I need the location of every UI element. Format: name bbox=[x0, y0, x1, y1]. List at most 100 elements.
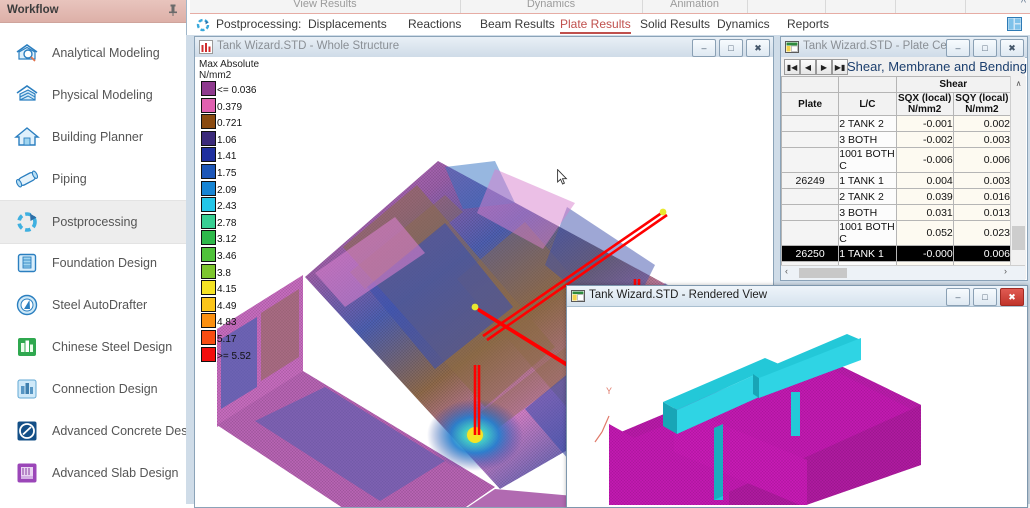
close-button[interactable]: ✖ bbox=[1000, 288, 1024, 306]
sidebar-item-foundation-design[interactable]: Foundation Design bbox=[0, 242, 186, 284]
cell-plate[interactable] bbox=[781, 204, 840, 221]
pin-icon[interactable] bbox=[168, 4, 178, 16]
ribbon-group-dynamics[interactable]: Dynamics bbox=[460, 0, 643, 13]
maximize-button[interactable]: □ bbox=[973, 39, 997, 57]
cell-plate[interactable] bbox=[781, 147, 840, 173]
tab-beam-results[interactable]: Beam Results bbox=[480, 17, 555, 31]
hscroll-thumb[interactable] bbox=[799, 268, 847, 278]
chevron-up-icon[interactable]: ^ bbox=[1021, 0, 1026, 9]
table-row[interactable]: 26250 1 TANK 1 -0.000 0.006 bbox=[781, 245, 1012, 262]
cell-sqx[interactable]: -0.000 bbox=[895, 245, 954, 262]
sidebar-item-chinese-steel-design[interactable]: Chinese Steel Design bbox=[0, 326, 186, 368]
cell-sqy[interactable]: 0.016 bbox=[952, 188, 1012, 205]
sidebar-item-physical-modeling[interactable]: Physical Modeling bbox=[0, 74, 186, 116]
column-header-lc[interactable]: L/C bbox=[838, 92, 897, 116]
tab-reports[interactable]: Reports bbox=[787, 17, 829, 31]
cell-sqy[interactable]: 0.006 bbox=[952, 245, 1012, 262]
table-row[interactable]: 1001 BOTH C -0.006 0.006 bbox=[781, 147, 1012, 173]
tab-dynamics[interactable]: Dynamics bbox=[717, 17, 770, 31]
table-row[interactable]: 2 TANK 2 -0.001 0.002 bbox=[781, 115, 1012, 132]
scroll-left-button[interactable]: ‹ bbox=[785, 266, 788, 276]
first-sheet-button[interactable]: ▮◀ bbox=[784, 59, 800, 75]
cell-sqy[interactable]: 0.003 bbox=[952, 131, 1012, 148]
ribbon-group-6[interactable] bbox=[895, 0, 966, 13]
cell-lc[interactable]: 3 BOTH bbox=[838, 131, 897, 148]
cell-sqy[interactable]: 0.013 bbox=[952, 204, 1012, 221]
maximize-button[interactable]: □ bbox=[973, 288, 997, 306]
cell-sqx[interactable]: 0.039 bbox=[895, 188, 954, 205]
whole-structure-titlebar[interactable]: Tank Wizard.STD - Whole Structure – □ ✖ bbox=[195, 37, 773, 58]
table-row[interactable]: 26249 1 TANK 1 0.004 0.003 bbox=[781, 172, 1012, 189]
cell-lc[interactable]: 2 TANK 2 bbox=[838, 188, 897, 205]
sidebar-item-postprocessing[interactable]: Postprocessing bbox=[0, 200, 186, 244]
maximize-button[interactable]: □ bbox=[719, 39, 743, 57]
rendered-view-titlebar[interactable]: Tank Wizard.STD - Rendered View – □ ✖ bbox=[567, 286, 1027, 307]
scroll-thumb[interactable] bbox=[1012, 226, 1025, 250]
ribbon-group-view-results[interactable]: View Results bbox=[190, 0, 461, 13]
sheet-tab-label[interactable]: Shear, Membrane and Bending bbox=[847, 59, 1027, 74]
table-vertical-scrollbar[interactable]: ∧ ∨ bbox=[1010, 76, 1026, 279]
cell-sqx[interactable]: -0.002 bbox=[895, 131, 954, 148]
cell-sqx[interactable]: 0.031 bbox=[895, 204, 954, 221]
cell-sqy[interactable]: 0.023 bbox=[952, 220, 1012, 246]
cell-lc[interactable]: 2 TANK 2 bbox=[838, 115, 897, 132]
next-sheet-button[interactable]: ▶ bbox=[816, 59, 832, 75]
cell-lc[interactable]: 1 TANK 1 bbox=[838, 172, 897, 189]
ribbon-group-4[interactable] bbox=[747, 0, 826, 13]
cell-plate[interactable] bbox=[781, 188, 840, 205]
minimize-button[interactable]: – bbox=[692, 39, 716, 57]
ribbon-group-animation[interactable]: Animation bbox=[642, 0, 748, 13]
minimize-button[interactable]: – bbox=[946, 288, 970, 306]
ribbon-group-5[interactable] bbox=[825, 0, 896, 13]
plate-table-titlebar[interactable]: Tank Wizard.STD - Plate Cen... – □ ✖ bbox=[781, 37, 1027, 58]
cell-plate[interactable]: 26250 bbox=[781, 245, 840, 262]
cell-plate[interactable]: 26249 bbox=[781, 172, 840, 189]
rendered-view-canvas[interactable]: Y bbox=[569, 308, 1025, 505]
sidebar-item-connection-design[interactable]: Connection Design bbox=[0, 368, 186, 410]
cell-sqx[interactable]: 0.004 bbox=[895, 172, 954, 189]
last-sheet-button[interactable]: ▶▮ bbox=[832, 59, 848, 75]
table-row[interactable]: 3 BOTH 0.031 0.013 bbox=[781, 204, 1012, 221]
plate-results-table-wrap[interactable]: Shear Plate L/C SQX (local) N/mm2 SQY (l… bbox=[781, 76, 1025, 279]
sidebar-item-steel-autodrafter[interactable]: Steel AutoDrafter bbox=[0, 284, 186, 326]
cell-sqy[interactable]: 0.002 bbox=[952, 115, 1012, 132]
scroll-up-button[interactable]: ∧ bbox=[1011, 76, 1026, 91]
column-header-sqy[interactable]: SQY (local) N/mm2 bbox=[952, 92, 1012, 116]
cell-plate[interactable] bbox=[781, 220, 840, 246]
cell-sqy[interactable]: 0.006 bbox=[952, 147, 1012, 173]
ribbon-strip: View Results Dynamics Animation ^ bbox=[190, 0, 1030, 14]
legend-value-label: 0.379 bbox=[217, 101, 243, 113]
column-header-plate[interactable]: Plate bbox=[781, 92, 840, 116]
sidebar-item-advanced-concrete-design[interactable]: Advanced Concrete Desi... bbox=[0, 410, 186, 452]
cell-sqx[interactable]: -0.006 bbox=[895, 147, 954, 173]
cell-lc[interactable]: 1001 BOTH C bbox=[838, 147, 897, 173]
cell-lc[interactable]: 1 TANK 1 bbox=[838, 245, 897, 262]
sidebar-item-building-planner[interactable]: Building Planner bbox=[0, 116, 186, 158]
prev-sheet-button[interactable]: ◀ bbox=[800, 59, 816, 75]
cell-sqy[interactable]: 0.003 bbox=[952, 172, 1012, 189]
scroll-right-button[interactable]: › bbox=[1004, 266, 1007, 276]
table-horizontal-scrollbar[interactable]: ‹ › bbox=[781, 265, 1025, 280]
table-row[interactable]: 3 BOTH -0.002 0.003 bbox=[781, 131, 1012, 148]
cell-sqx[interactable]: -0.001 bbox=[895, 115, 954, 132]
table-row[interactable]: 1001 BOTH C 0.052 0.023 bbox=[781, 220, 1012, 246]
close-button[interactable]: ✖ bbox=[1000, 39, 1024, 57]
sidebar-item-analytical-modeling[interactable]: Analytical Modeling bbox=[0, 32, 186, 74]
cell-lc[interactable]: 1001 BOTH C bbox=[838, 220, 897, 246]
legend-entry: 1.75 bbox=[199, 163, 289, 181]
layout-grid-icon[interactable] bbox=[1007, 17, 1022, 31]
cell-plate[interactable] bbox=[781, 131, 840, 148]
minimize-button[interactable]: – bbox=[946, 39, 970, 57]
cell-lc[interactable]: 3 BOTH bbox=[838, 204, 897, 221]
sidebar-item-advanced-slab-design[interactable]: Advanced Slab Design bbox=[0, 452, 186, 494]
close-button[interactable]: ✖ bbox=[746, 39, 770, 57]
tab-solid-results[interactable]: Solid Results bbox=[640, 17, 710, 31]
sidebar-item-piping[interactable]: Piping bbox=[0, 158, 186, 200]
cell-plate[interactable] bbox=[781, 115, 840, 132]
tab-plate-results[interactable]: Plate Results bbox=[560, 17, 631, 34]
column-header-sqx[interactable]: SQX (local) N/mm2 bbox=[895, 92, 954, 116]
tab-reactions[interactable]: Reactions bbox=[408, 17, 461, 31]
tab-displacements[interactable]: Displacements bbox=[308, 17, 387, 31]
table-row[interactable]: 2 TANK 2 0.039 0.016 bbox=[781, 188, 1012, 205]
cell-sqx[interactable]: 0.052 bbox=[895, 220, 954, 246]
